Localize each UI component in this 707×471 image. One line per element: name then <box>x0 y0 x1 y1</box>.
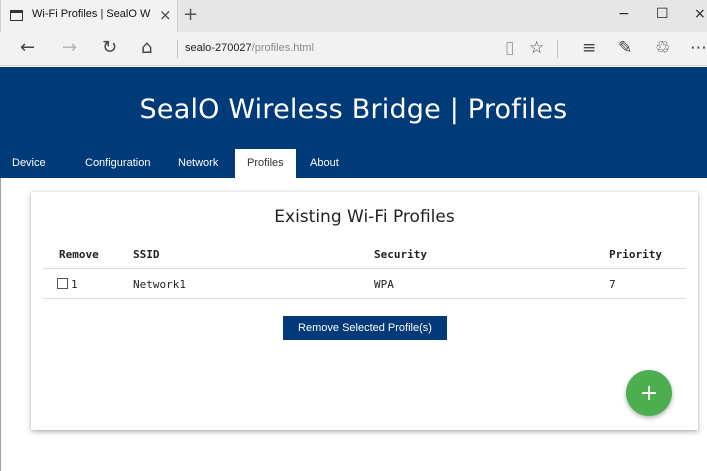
profile-ssid: Network1 <box>133 278 186 291</box>
back-icon[interactable]: ← <box>20 37 35 58</box>
browser-titlebar: Wi-Fi Profiles | SealO W × + − ☐ × <box>0 0 707 32</box>
table-header: Remove SSID Security Priority <box>43 240 686 269</box>
url-host: sealo-270027 <box>185 42 252 54</box>
url-path: /profiles.html <box>251 42 315 54</box>
address-separator <box>177 40 178 58</box>
forward-icon[interactable]: → <box>62 37 77 58</box>
profile-security: WPA <box>374 278 394 291</box>
page-left-border <box>0 178 1 471</box>
column-security: Security <box>374 248 427 261</box>
web-note-icon[interactable]: ✎ <box>618 38 632 58</box>
site-header: SealO Wireless Bridge | Profiles Device … <box>0 67 707 178</box>
hub-icon[interactable]: ≡ <box>582 38 596 58</box>
toolbar-separator <box>557 40 558 58</box>
card-heading: Existing Wi-Fi Profiles <box>274 207 455 227</box>
column-priority: Priority <box>609 248 662 261</box>
column-remove: Remove <box>59 248 99 261</box>
page-title: SealO Wireless Bridge | Profiles <box>139 94 568 125</box>
minimize-icon[interactable]: − <box>618 6 630 22</box>
table-row: 1 Network1 WPA 7 <box>43 269 686 299</box>
nav-about[interactable]: About <box>298 149 351 178</box>
nav-profiles[interactable]: Profiles <box>235 149 296 178</box>
add-profile-button[interactable]: + <box>626 370 672 416</box>
profiles-card: Existing Wi-Fi Profiles Remove SSID Secu… <box>31 192 698 430</box>
share-icon[interactable]: ♲ <box>655 38 670 58</box>
nav-device[interactable]: Device <box>0 149 58 178</box>
browser-toolbar: ← → ↻ ⌂ sealo-270027/profiles.html ▯ ☆ ≡… <box>0 32 707 66</box>
remove-checkbox[interactable] <box>57 278 68 289</box>
close-window-icon[interactable]: × <box>694 6 706 22</box>
favorite-star-icon[interactable]: ☆ <box>529 38 544 58</box>
maximize-icon[interactable]: ☐ <box>656 6 669 22</box>
nav-configuration[interactable]: Configuration <box>73 149 162 178</box>
main-nav: Device Configuration Network Profiles Ab… <box>0 149 707 178</box>
new-tab-icon[interactable]: + <box>183 4 198 25</box>
page-icon <box>10 10 23 21</box>
column-ssid: SSID <box>133 248 160 261</box>
reading-view-icon[interactable]: ▯ <box>505 38 514 58</box>
remove-selected-button[interactable]: Remove Selected Profile(s) <box>283 316 447 340</box>
refresh-icon[interactable]: ↻ <box>102 37 117 58</box>
more-icon[interactable]: ⋯ <box>690 38 707 58</box>
home-icon[interactable]: ⌂ <box>141 37 152 58</box>
profile-id: 1 <box>71 278 78 291</box>
tab-close-icon[interactable]: × <box>159 6 172 24</box>
tab-title: Wi-Fi Profiles | SealO W <box>32 8 151 20</box>
nav-network[interactable]: Network <box>166 149 230 178</box>
address-field[interactable]: sealo-270027/profiles.html <box>185 42 314 54</box>
browser-tab[interactable]: Wi-Fi Profiles | SealO W × <box>0 0 178 32</box>
profile-priority: 7 <box>609 278 616 291</box>
